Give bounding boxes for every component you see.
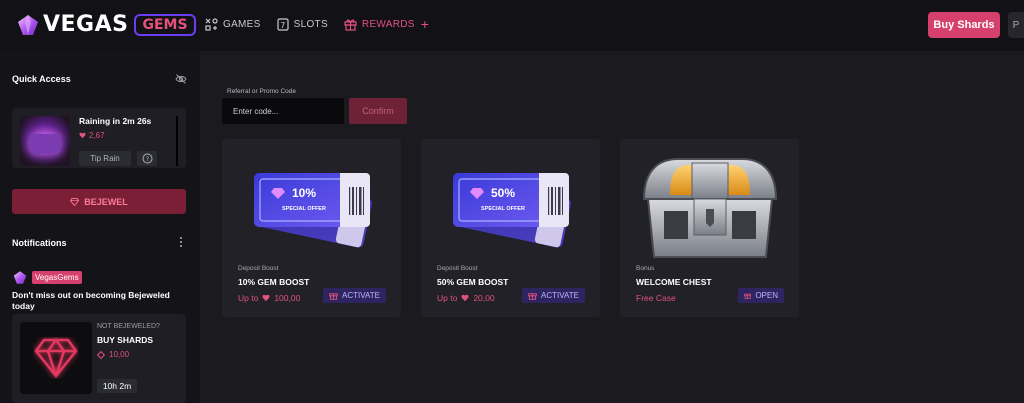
activate-button[interactable]: ACTIVATE — [323, 288, 386, 303]
ticket-percent: 50% — [491, 186, 515, 200]
rain-card: Raining in 2m 26s 2,67 Tip Rain ? — [12, 108, 186, 168]
notification-card-amount-value: 10,00 — [109, 350, 130, 359]
diamond-icon — [70, 197, 80, 206]
games-icon — [205, 17, 218, 31]
nav-games[interactable]: GAMES — [205, 17, 261, 31]
promo-label: Referral or Promo Code — [227, 88, 296, 95]
card-amount-value: 20,00 — [473, 293, 495, 303]
confirm-button[interactable]: Confirm — [349, 98, 407, 124]
chest-image — [642, 158, 778, 258]
diamond-outline-icon — [34, 338, 78, 378]
logo-text: VEGAS — [43, 12, 129, 37]
notification-card-label: NOT BEJEWELED? — [97, 323, 160, 330]
card-amount: Free Case — [636, 293, 676, 303]
bejewel-label: BEJEWEL — [84, 196, 128, 207]
main-nav: GAMES 7 SLOTS REWARDS + — [205, 16, 445, 32]
top-bar: VEGAS GEMS GAMES 7 SLOTS REWARDS + Buy S… — [0, 0, 1024, 51]
notification-card-title: BUY SHARDS — [97, 335, 154, 345]
notifications-title: Notifications — [12, 238, 67, 248]
card-amount-value: 100,00 — [274, 293, 301, 303]
gem-logo-icon — [18, 14, 38, 35]
svg-text:7: 7 — [280, 21, 285, 30]
card-amount-prefix: Up to — [437, 293, 458, 303]
promo-code-input[interactable] — [222, 98, 344, 124]
gift-icon — [329, 293, 338, 300]
card-amount-prefix: Free Case — [636, 293, 676, 303]
notification-card[interactable]: NOT BEJEWELED? BUY SHARDS 10,00 10h 2m — [12, 314, 186, 403]
gem-outline-icon — [97, 350, 105, 359]
heart-gem-icon — [461, 294, 469, 302]
reward-card-50-boost[interactable]: 50% SPECIAL OFFER Deposit Boost 50% GEM … — [421, 139, 600, 317]
notification-message: Don't miss out on becoming Bejeweled tod… — [12, 290, 170, 311]
nav-games-label: GAMES — [223, 18, 261, 30]
notification-card-timer: 10h 2m — [97, 379, 137, 393]
heart-gem-icon — [262, 294, 270, 302]
profile-button[interactable]: P — [1008, 12, 1024, 38]
reward-card-10-boost[interactable]: 10% SPECIAL OFFER Deposit Boost 10% GEM … — [222, 139, 401, 317]
more-options-icon[interactable] — [178, 236, 184, 248]
card-type: Bonus — [636, 265, 655, 272]
activate-button[interactable]: ACTIVATE — [522, 288, 585, 303]
plus-icon[interactable]: + — [421, 16, 429, 32]
notification-sender-badge: VegasGems — [32, 271, 82, 284]
nav-slots-label: SLOTS — [293, 18, 328, 30]
logo[interactable]: VEGAS GEMS — [16, 12, 196, 37]
nav-slots[interactable]: 7 SLOTS — [277, 17, 328, 31]
help-icon[interactable]: ? — [137, 151, 157, 166]
rain-amount-value: 2,67 — [89, 131, 105, 140]
card-amount-prefix: Up to — [238, 293, 259, 303]
rain-chest-image — [20, 116, 70, 166]
reward-card-welcome-chest[interactable]: Bonus WELCOME CHEST Free Case OPEN — [620, 139, 799, 317]
logo-badge: GEMS — [134, 13, 196, 36]
activate-label: ACTIVATE — [342, 291, 380, 300]
gift-icon — [344, 19, 357, 31]
quick-access-title: Quick Access — [12, 74, 71, 84]
card-title: 10% GEM BOOST — [238, 277, 310, 287]
card-amount: Up to 20,00 — [437, 293, 495, 303]
gift-icon — [528, 293, 537, 300]
rain-scrollbar[interactable] — [176, 116, 178, 166]
rain-title: Raining in 2m 26s — [79, 116, 152, 126]
question-icon: ? — [142, 153, 152, 164]
tip-rain-button[interactable]: Tip Rain — [79, 151, 131, 166]
nav-rewards[interactable]: REWARDS + — [344, 16, 429, 32]
open-label: OPEN — [755, 291, 778, 300]
notification-card-amount: 10,00 — [97, 350, 129, 359]
card-type: Deposit Boost — [437, 265, 478, 272]
ticket-percent: 10% — [292, 186, 316, 200]
activate-label: ACTIVATE — [541, 291, 579, 300]
gem-avatar-icon — [13, 271, 27, 284]
ticket-text: SPECIAL OFFER — [481, 206, 525, 212]
rain-amount: 2,67 — [79, 131, 105, 140]
card-type: Deposit Boost — [238, 265, 279, 272]
notification-image — [20, 322, 92, 394]
card-title: 50% GEM BOOST — [437, 277, 509, 287]
ticket-image: 10% SPECIAL OFFER — [254, 173, 372, 248]
bejewel-button[interactable]: BEJEWEL — [12, 189, 186, 214]
nav-rewards-label: REWARDS — [361, 18, 415, 30]
eye-off-icon[interactable] — [175, 73, 187, 85]
slots-icon: 7 — [277, 17, 289, 31]
ticket-text: SPECIAL OFFER — [282, 206, 326, 212]
svg-text:?: ? — [145, 155, 148, 163]
sidebar: Quick Access Raining in 2m 26s 2,67 Tip … — [0, 51, 200, 403]
buy-shards-button[interactable]: Buy Shards — [928, 12, 1000, 38]
heart-gem-icon — [79, 132, 86, 139]
gift-icon — [744, 293, 752, 299]
card-title: WELCOME CHEST — [636, 277, 712, 287]
ticket-image: 50% SPECIAL OFFER — [453, 173, 571, 248]
open-button[interactable]: OPEN — [738, 288, 784, 303]
card-amount: Up to 100,00 — [238, 293, 300, 303]
